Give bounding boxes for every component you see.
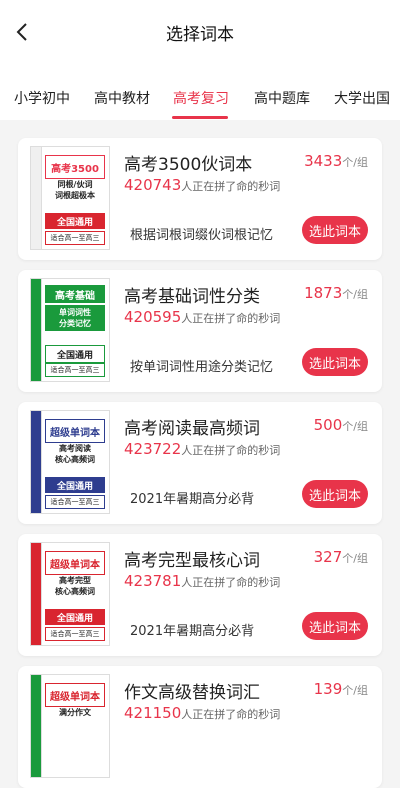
book-cover: 高考基础 单词词性 分类记忆 全国通用 适合高一至高三 — [30, 278, 110, 382]
tab-primary-junior[interactable]: 小学初中 — [14, 88, 70, 108]
tab-gaokao-review[interactable]: 高考复习 — [173, 88, 229, 108]
wordbook-title: 作文高级替换词汇 — [124, 683, 260, 703]
cover-band: 全国通用 — [45, 609, 105, 625]
tab-high-school-textbook[interactable]: 高中教材 — [94, 88, 150, 108]
active-tab-indicator — [172, 116, 228, 119]
select-wordbook-button[interactable]: 选此词本 — [302, 480, 368, 508]
wordbook-card[interactable]: 超级单词本 高考完型 核心高频词 全国通用 适合高一至高三 高考完型最核心词 3… — [18, 534, 382, 656]
cover-footer: 适合高一至高三 — [45, 495, 105, 509]
cover-title: 高考3500 — [45, 155, 105, 179]
wordbook-description: 按单词词性用途分类记忆 — [130, 360, 274, 375]
cover-title: 超级单词本 — [45, 551, 105, 575]
select-wordbook-button[interactable]: 选此词本 — [302, 348, 368, 376]
learner-count-text: 人正在拼了命的秒词 — [181, 576, 281, 589]
word-count-unit: 个/组 — [342, 684, 368, 697]
divider — [0, 120, 400, 134]
book-cover: 高考3500 同根/伙词 词根超极本 全国通用 适合高一至高三 — [30, 146, 110, 250]
wordbook-card[interactable]: 超级单词本 满分作文 作文高级替换词汇 139个/组 421150人正在拼了命的… — [18, 666, 382, 788]
cover-title: 超级单词本 — [45, 683, 105, 707]
learner-count-text: 人正在拼了命的秒词 — [181, 708, 281, 721]
learner-count-value: 420743 — [124, 176, 182, 194]
word-count: 139个/组 — [314, 680, 368, 698]
wordbook-card[interactable]: 超级单词本 高考阅读 核心高频词 全国通用 适合高一至高三 高考阅读最高频词 5… — [18, 402, 382, 524]
learner-count-value: 423722 — [124, 440, 182, 458]
word-count: 327个/组 — [314, 548, 368, 566]
cover-band: 全国通用 — [45, 213, 105, 229]
wordbook-description: 2021年暑期高分必背 — [130, 624, 255, 639]
select-wordbook-button[interactable]: 选此词本 — [302, 612, 368, 640]
page-title: 选择词本 — [166, 25, 234, 45]
cover-title: 高考基础 — [45, 285, 105, 303]
book-cover: 超级单词本 满分作文 — [30, 674, 110, 778]
wordbook-description: 2021年暑期高分必背 — [130, 492, 255, 507]
wordbook-title: 高考3500伙词本 — [124, 155, 253, 175]
wordbook-card[interactable]: 高考3500 同根/伙词 词根超极本 全国通用 适合高一至高三 高考3500伙词… — [18, 138, 382, 260]
book-spine — [31, 279, 42, 381]
learner-count: 420595人正在拼了命的秒词 — [124, 308, 280, 326]
learner-count: 421150人正在拼了命的秒词 — [124, 704, 280, 722]
word-count-value: 500 — [313, 416, 343, 434]
cover-footer: 适合高一至高三 — [45, 627, 105, 641]
wordbook-description: 根据词根词缀伙词根记忆 — [130, 228, 274, 243]
book-spine — [31, 675, 42, 777]
word-count-unit: 个/组 — [342, 552, 368, 565]
top-bar: 选择词本 — [0, 0, 400, 64]
book-cover: 超级单词本 高考完型 核心高频词 全国通用 适合高一至高三 — [30, 542, 110, 646]
select-wordbook-button[interactable]: 选此词本 — [302, 216, 368, 244]
cover-title: 超级单词本 — [45, 419, 105, 443]
word-count: 500个/组 — [314, 416, 368, 434]
learner-count: 423781人正在拼了命的秒词 — [124, 572, 280, 590]
category-tabs: 小学初中 高中教材 高考复习 高中题库 大学出国 — [0, 64, 400, 120]
learner-count-text: 人正在拼了命的秒词 — [181, 180, 281, 193]
learner-count: 423722人正在拼了命的秒词 — [124, 440, 280, 458]
cover-subtitle: 单词词性 分类记忆 — [45, 305, 105, 331]
book-spine — [31, 543, 42, 645]
cover-subtitle: 同根/伙词 词根超极本 — [55, 180, 95, 200]
tab-high-school-questions[interactable]: 高中题库 — [254, 88, 310, 108]
wordbook-card[interactable]: 高考基础 单词词性 分类记忆 全国通用 适合高一至高三 高考基础词性分类 187… — [18, 270, 382, 392]
word-count-value: 3433 — [304, 152, 343, 170]
word-count: 1873个/组 — [304, 284, 368, 302]
learner-count-text: 人正在拼了命的秒词 — [181, 444, 281, 457]
wordbook-title: 高考基础词性分类 — [124, 287, 260, 307]
word-count-value: 139 — [313, 680, 343, 698]
book-spine — [31, 147, 42, 249]
learner-count: 420743人正在拼了命的秒词 — [124, 176, 280, 194]
cover-subtitle: 高考阅读 核心高频词 — [55, 444, 95, 464]
cover-footer: 适合高一至高三 — [45, 231, 105, 245]
word-count-unit: 个/组 — [342, 420, 368, 433]
cover-subtitle: 满分作文 — [59, 708, 91, 717]
word-count: 3433个/组 — [304, 152, 368, 170]
cover-band: 全国通用 — [45, 477, 105, 493]
learner-count-text: 人正在拼了命的秒词 — [181, 312, 281, 325]
book-cover: 超级单词本 高考阅读 核心高频词 全国通用 适合高一至高三 — [30, 410, 110, 514]
learner-count-value: 423781 — [124, 572, 182, 590]
learner-count-value: 421150 — [124, 704, 182, 722]
book-spine — [31, 411, 42, 513]
word-count-unit: 个/组 — [342, 156, 368, 169]
word-count-value: 327 — [313, 548, 343, 566]
cover-footer: 适合高一至高三 — [45, 363, 105, 377]
learner-count-value: 420595 — [124, 308, 182, 326]
word-count-unit: 个/组 — [342, 288, 368, 301]
wordbook-title: 高考阅读最高频词 — [124, 419, 260, 439]
word-count-value: 1873 — [304, 284, 343, 302]
cover-band: 全国通用 — [45, 345, 105, 363]
cover-subtitle: 高考完型 核心高频词 — [55, 576, 95, 596]
tab-college-abroad[interactable]: 大学出国 — [334, 88, 390, 108]
wordbook-title: 高考完型最核心词 — [124, 551, 260, 571]
